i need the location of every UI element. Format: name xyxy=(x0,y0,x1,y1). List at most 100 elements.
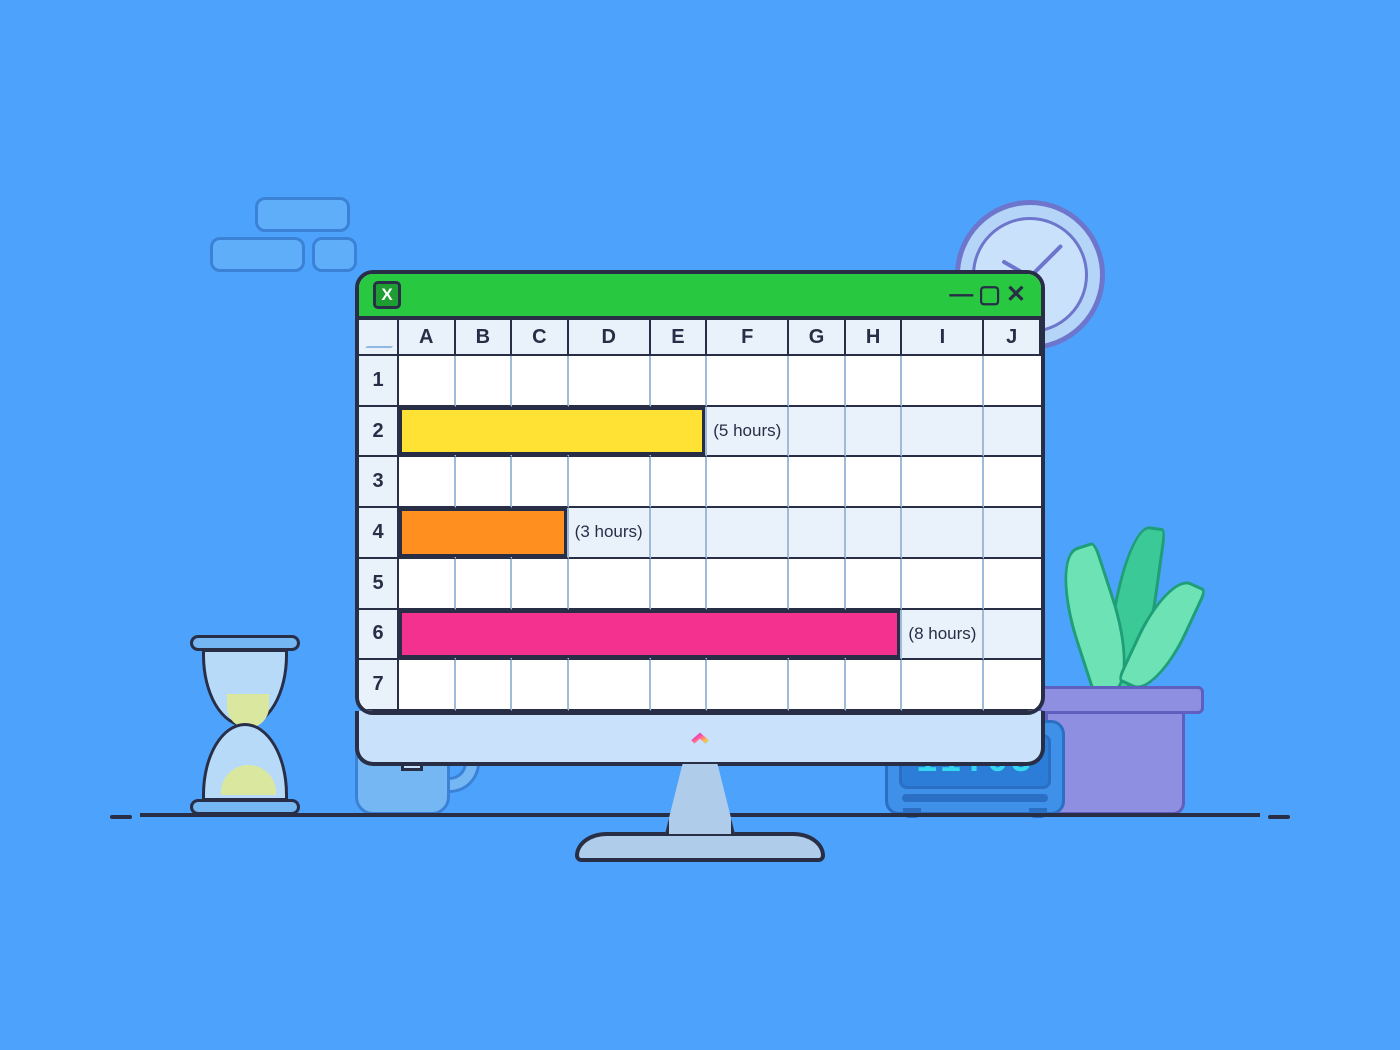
desk-surface xyxy=(110,815,132,819)
cell[interactable] xyxy=(846,407,903,458)
column-header[interactable]: I xyxy=(902,320,984,356)
cell[interactable] xyxy=(651,559,708,610)
cell[interactable] xyxy=(456,356,513,407)
cell[interactable] xyxy=(651,457,708,508)
column-header[interactable]: C xyxy=(512,320,569,356)
column-header[interactable]: H xyxy=(846,320,903,356)
cell[interactable] xyxy=(512,559,569,610)
row-header[interactable]: 4 xyxy=(359,508,399,559)
column-header[interactable]: G xyxy=(789,320,846,356)
monitor: X — ▢ ✕ ABCDEFGHIJ12(5 hours)34(3 hours)… xyxy=(355,270,1045,862)
cell[interactable] xyxy=(399,508,456,559)
cell[interactable] xyxy=(984,660,1041,711)
gantt-bar-segment xyxy=(786,610,847,659)
cell[interactable] xyxy=(399,559,456,610)
cell[interactable] xyxy=(984,457,1041,508)
cell[interactable] xyxy=(456,407,513,458)
cell[interactable] xyxy=(789,610,846,661)
cell[interactable] xyxy=(846,508,903,559)
cell[interactable] xyxy=(902,660,984,711)
cell[interactable] xyxy=(456,508,513,559)
row-header[interactable]: 6 xyxy=(359,610,399,661)
cell[interactable] xyxy=(456,660,513,711)
cell[interactable] xyxy=(789,660,846,711)
cell[interactable] xyxy=(984,407,1041,458)
cell[interactable] xyxy=(789,356,846,407)
cell[interactable] xyxy=(456,610,513,661)
row-header[interactable]: 1 xyxy=(359,356,399,407)
cell[interactable] xyxy=(651,660,708,711)
minimize-button[interactable]: — xyxy=(949,287,974,304)
cell[interactable] xyxy=(846,356,903,407)
cell[interactable] xyxy=(399,407,456,458)
cell[interactable] xyxy=(707,610,789,661)
cell[interactable] xyxy=(707,559,789,610)
cell[interactable] xyxy=(902,559,984,610)
cell[interactable] xyxy=(707,457,789,508)
cell[interactable] xyxy=(569,407,651,458)
cell[interactable] xyxy=(569,457,651,508)
cell[interactable] xyxy=(789,457,846,508)
column-header[interactable]: F xyxy=(707,320,789,356)
cell[interactable] xyxy=(846,610,903,661)
cell[interactable] xyxy=(846,660,903,711)
row-header[interactable]: 5 xyxy=(359,559,399,610)
desk-surface xyxy=(1268,815,1290,819)
gantt-bar-segment xyxy=(509,610,570,659)
cell[interactable] xyxy=(984,559,1041,610)
cell[interactable] xyxy=(456,559,513,610)
cell[interactable] xyxy=(651,407,708,458)
cell[interactable] xyxy=(399,660,456,711)
cell[interactable] xyxy=(399,356,456,407)
cell[interactable]: (3 hours) xyxy=(569,508,651,559)
cell[interactable] xyxy=(846,457,903,508)
cell[interactable] xyxy=(984,508,1041,559)
cell[interactable] xyxy=(651,508,708,559)
cell[interactable]: (5 hours) xyxy=(707,407,789,458)
column-header[interactable]: B xyxy=(456,320,513,356)
cell[interactable] xyxy=(902,508,984,559)
cell[interactable] xyxy=(569,660,651,711)
column-header[interactable]: J xyxy=(984,320,1041,356)
cell[interactable] xyxy=(399,610,456,661)
clickup-logo-icon xyxy=(687,724,713,750)
cell[interactable] xyxy=(789,559,846,610)
cell[interactable] xyxy=(512,457,569,508)
gantt-bar-segment xyxy=(453,407,514,456)
cell[interactable] xyxy=(569,356,651,407)
cell[interactable] xyxy=(902,407,984,458)
cell[interactable] xyxy=(569,610,651,661)
cell[interactable] xyxy=(707,356,789,407)
cell[interactable] xyxy=(512,508,569,559)
cell[interactable] xyxy=(789,508,846,559)
cell[interactable] xyxy=(512,407,569,458)
cell[interactable] xyxy=(512,660,569,711)
column-header[interactable]: D xyxy=(569,320,651,356)
cell[interactable] xyxy=(569,559,651,610)
spreadsheet-grid[interactable]: ABCDEFGHIJ12(5 hours)34(3 hours)56(8 hou… xyxy=(359,320,1041,711)
cell[interactable] xyxy=(456,457,513,508)
excel-icon: X xyxy=(373,281,401,309)
cell[interactable] xyxy=(651,356,708,407)
row-header[interactable]: 2 xyxy=(359,407,399,458)
cell[interactable] xyxy=(984,610,1041,661)
cell[interactable] xyxy=(984,356,1041,407)
row-header[interactable]: 7 xyxy=(359,660,399,711)
row-header[interactable]: 3 xyxy=(359,457,399,508)
cell[interactable] xyxy=(707,508,789,559)
cell[interactable] xyxy=(789,407,846,458)
cell[interactable] xyxy=(707,660,789,711)
column-header[interactable]: E xyxy=(651,320,708,356)
illustration-scene: 11:05 X — ▢ ✕ ABCDEFGHIJ12(5 hours)34(3 … xyxy=(180,175,1220,875)
cell[interactable] xyxy=(512,610,569,661)
close-button[interactable]: ✕ xyxy=(1006,287,1027,304)
cell[interactable] xyxy=(846,559,903,610)
cell[interactable] xyxy=(902,457,984,508)
cell[interactable]: (8 hours) xyxy=(902,610,984,661)
cell[interactable] xyxy=(512,356,569,407)
cell[interactable] xyxy=(902,356,984,407)
cell[interactable] xyxy=(399,457,456,508)
cell[interactable] xyxy=(651,610,708,661)
maximize-button[interactable]: ▢ xyxy=(978,287,1002,304)
window-controls: — ▢ ✕ xyxy=(949,287,1027,304)
